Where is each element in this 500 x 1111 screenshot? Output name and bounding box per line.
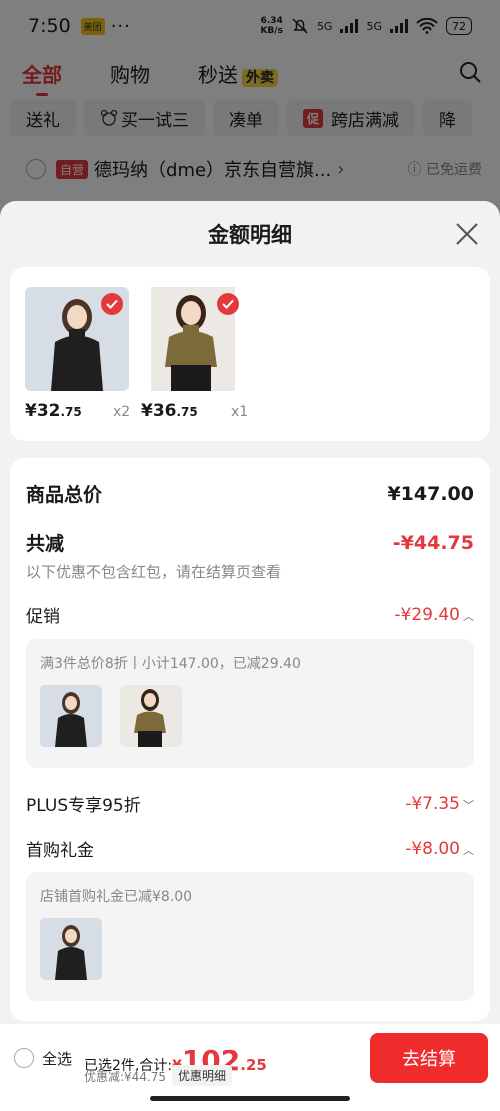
promo-thumb-black [40,685,102,747]
first-purchase-box: 店铺首购礼金已减¥8.00 [26,872,474,1001]
item-price-int: ¥32 [25,401,61,421]
item-price-int: ¥36 [141,401,177,421]
checked-icon [217,293,239,315]
sheet-title: 金额明细 [208,223,292,247]
plus-row[interactable]: PLUS专享95折 -¥7.35 ﹀ [26,791,474,817]
plus-label: PLUS专享95折 [26,796,141,816]
home-indicator [150,1096,350,1101]
olive-sweater-image [120,685,182,747]
plus-value: -¥7.35 [405,793,460,814]
chevron-up-icon: ︿ [463,843,474,857]
close-icon[interactable] [454,221,480,247]
product-thumb-olive[interactable] [141,287,245,391]
chevron-down-icon: ﹀ [463,798,474,812]
promo-row[interactable]: 促销 -¥29.40 ︿ [26,602,474,628]
first-purchase-row[interactable]: 首购礼金 -¥8.00 ︿ [26,836,474,862]
promo-detail-box: 满3件总价8折丨小计147.00，已减29.40 [26,639,474,768]
first-purchase-label: 首购礼金 [26,841,94,861]
total-dec: .25 [240,1056,267,1074]
black-sweater-image [40,685,102,747]
plus-value-wrap: -¥7.35 ﹀ [405,794,474,814]
promo-value-wrap: -¥29.40 ︿ [394,605,474,625]
promo-value: -¥29.40 [394,604,460,625]
chevron-up-icon: ︿ [463,609,474,623]
promo-label: 促销 [26,607,60,627]
first-purchase-thumb [40,918,102,980]
promo-thumb-olive [120,685,182,747]
item-price: ¥32.75 [25,401,82,421]
price-breakdown-card: 商品总价 ¥147.00 共减 -¥44.75 以下优惠不包含红包，请在结算页查… [10,458,490,1021]
discount-detail-button[interactable]: 优惠明细 [172,1065,233,1086]
item-quantity: x1 [231,404,249,420]
product-thumb-black[interactable] [25,287,129,391]
total-value: ¥147.00 [387,482,474,505]
reduce-value: -¥44.75 [392,531,474,554]
total-row: 商品总价 ¥147.00 [26,480,474,507]
discount-summary: 优惠减:¥44.75 [84,1070,167,1084]
total-label: 商品总价 [26,484,103,506]
checkout-button[interactable]: 去结算 [370,1033,488,1083]
first-purchase-detail: 店铺首购礼金已减¥8.00 [40,889,193,905]
selected-items-card: ¥32.75 x2 ¥36.75 x1 [10,267,490,441]
item-price-dec: .75 [176,405,198,419]
select-all-label[interactable]: 全选 [42,1048,72,1069]
checked-icon [101,293,123,315]
promo-detail-text: 满3件总价8折丨小计147.00，已减29.40 [40,656,301,672]
item-quantity: x2 [113,404,131,420]
reduce-label: 共减 [26,533,65,555]
black-sweater-image [40,918,102,980]
first-value-wrap: -¥8.00 ︿ [405,839,474,859]
select-all-radio[interactable] [14,1048,34,1068]
amount-detail-sheet: 金额明细 ¥32.75 x2 ¥36.75 x1 商品总价 ¥147.00 共减… [0,201,500,1111]
item-price-dec: .75 [60,405,82,419]
reduce-row: 共减 -¥44.75 [26,529,474,556]
reduce-note: 以下优惠不包含红包，请在结算页查看 [26,563,282,581]
first-purchase-value: -¥8.00 [405,838,460,859]
item-price: ¥36.75 [141,401,198,421]
